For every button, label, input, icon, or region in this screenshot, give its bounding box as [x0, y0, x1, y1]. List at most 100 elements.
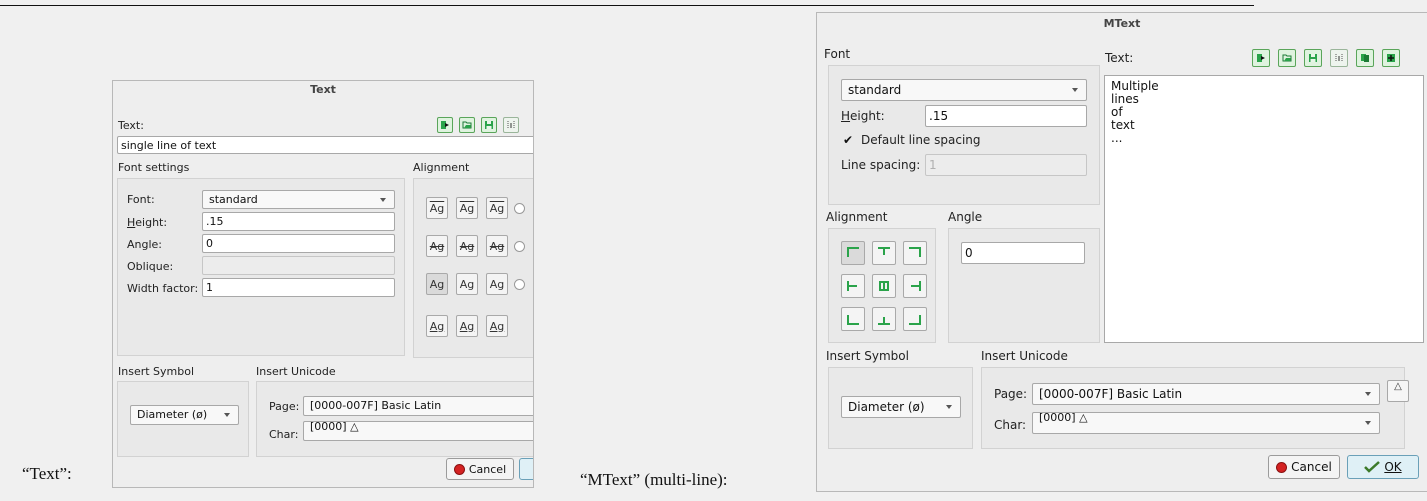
align-mark [919, 315, 921, 325]
angle-label: Angle: [127, 238, 163, 251]
cancel-label: Cancel [1291, 460, 1332, 474]
font-select-value: standard [848, 83, 902, 97]
open-file-button[interactable] [459, 117, 475, 133]
align-baseline-left-button[interactable]: Ag [426, 273, 448, 295]
page-select[interactable]: [0000-007F] Basic Latin [303, 396, 533, 416]
height-label: Height: [841, 109, 885, 123]
align-top-right-button[interactable]: Ag [486, 197, 508, 219]
dialog-title: Text [310, 83, 336, 96]
text-label: Text: [118, 119, 144, 132]
align-row-baseline-radio[interactable] [514, 279, 525, 290]
align-mark [919, 247, 921, 257]
caption-text-dialog: “Text”: [22, 464, 72, 483]
align-bottom-center-button[interactable] [872, 307, 896, 331]
align-top-center-button[interactable]: Ag [456, 197, 478, 219]
caption-mtext-dialog: “MText” (multi-line): [580, 470, 728, 489]
ag-text: Ag [429, 277, 445, 291]
align-row-middle-radio[interactable] [514, 241, 525, 252]
page-label: Page: [269, 400, 300, 413]
font-section-label: Font [824, 47, 851, 61]
copy-button[interactable] [1356, 49, 1374, 67]
ag-text: Ag [459, 239, 475, 253]
align-middle-center-button[interactable] [872, 274, 896, 298]
angle-input[interactable]: 0 [961, 242, 1085, 264]
insert-file-button[interactable] [437, 117, 453, 133]
font-select[interactable]: standard [202, 190, 395, 209]
text-line: Multiple [1111, 79, 1159, 93]
align-top-center-button[interactable] [872, 241, 896, 265]
text-line: of [1111, 105, 1123, 119]
text-line: lines [1111, 92, 1139, 106]
paste-button[interactable] [1382, 49, 1400, 67]
font-label: Font: [127, 193, 155, 206]
angle-input[interactable]: 0 [202, 234, 395, 253]
save-icon [1309, 54, 1317, 62]
width-factor-input[interactable]: 1 [202, 278, 395, 297]
align-middle-right-button[interactable] [903, 274, 927, 298]
symbol-select[interactable]: Diameter (ø) [841, 396, 961, 418]
ag-text: Ag [489, 319, 505, 333]
top-rule [0, 5, 1254, 6]
align-bottom-center-button[interactable]: Ag [456, 315, 478, 337]
open-file-button[interactable] [1278, 49, 1296, 67]
align-bottom-left-button[interactable] [841, 307, 865, 331]
insert-file-icon [441, 121, 449, 129]
chevron-down-icon [224, 413, 230, 417]
oblique-input [202, 256, 395, 275]
align-bottom-right-button[interactable] [903, 307, 927, 331]
height-label: Height: [127, 216, 168, 229]
align-middle-left-button[interactable]: Ag [426, 235, 448, 257]
alignment-label: Alignment [413, 161, 470, 174]
save-file-button[interactable] [481, 117, 497, 133]
align-middle-right-button[interactable]: Ag [486, 235, 508, 257]
default-spacing-checkbox[interactable]: ✔ [843, 134, 855, 146]
chevron-down-icon [1072, 88, 1078, 92]
oblique-label: Oblique: [127, 260, 174, 273]
align-middle-center-button[interactable]: Ag [456, 235, 478, 257]
insert-file-button[interactable] [1252, 49, 1270, 67]
ag-text: Ag [459, 319, 475, 333]
cancel-button[interactable]: Cancel [446, 458, 514, 480]
ok-button[interactable] [519, 458, 533, 480]
cut-button[interactable] [1330, 49, 1348, 67]
align-baseline-right-button[interactable]: Ag [486, 273, 508, 295]
mtext-textarea[interactable]: Multiple lines of text ... [1104, 75, 1424, 343]
text-label: Text: [1105, 51, 1134, 65]
char-select[interactable]: [0000] △ [303, 421, 533, 441]
font-select[interactable]: standard [841, 79, 1087, 101]
align-middle-left-button[interactable] [841, 274, 865, 298]
align-mark [919, 281, 921, 291]
ag-text: Ag [429, 319, 445, 333]
page-select-value: [0000-007F] Basic Latin [310, 399, 442, 412]
insert-char-button[interactable]: △ [1387, 380, 1409, 402]
align-bottom-left-button[interactable]: Ag [426, 315, 448, 337]
height-input[interactable]: .15 [202, 212, 395, 231]
default-spacing-label: Default line spacing [861, 133, 981, 147]
triangle-icon: △ [1394, 381, 1402, 392]
height-input[interactable]: .15 [925, 105, 1087, 127]
folder-open-icon [1282, 54, 1292, 62]
text-dialog: Text Text: single line of text Font sett… [112, 80, 534, 488]
cut-button[interactable] [503, 117, 519, 133]
align-top-right-button[interactable] [903, 241, 927, 265]
text-line: ... [1111, 131, 1123, 145]
text-input[interactable]: single line of text [117, 136, 533, 154]
align-bottom-right-button[interactable]: Ag [486, 315, 508, 337]
ag-text: Ag [489, 239, 505, 253]
page-select[interactable]: [0000-007F] Basic Latin [1032, 383, 1380, 405]
align-mark [847, 281, 849, 291]
line-spacing-label: Line spacing: [841, 158, 921, 172]
insert-symbol-label: Insert Symbol [118, 365, 195, 378]
cut-icon [507, 121, 515, 129]
char-select[interactable]: [0000] △ [1032, 412, 1380, 434]
save-file-button[interactable] [1304, 49, 1322, 67]
ok-label: OK [1384, 460, 1402, 474]
symbol-select[interactable]: Diameter (ø) [130, 405, 239, 425]
cancel-button[interactable]: Cancel [1268, 455, 1340, 479]
width-factor-label: Width factor: [127, 282, 199, 295]
align-top-left-button[interactable]: Ag [426, 197, 448, 219]
align-top-left-button[interactable] [841, 241, 865, 265]
align-baseline-center-button[interactable]: Ag [456, 273, 478, 295]
ok-button[interactable]: OK [1347, 455, 1419, 479]
align-row-top-radio[interactable] [514, 203, 525, 214]
